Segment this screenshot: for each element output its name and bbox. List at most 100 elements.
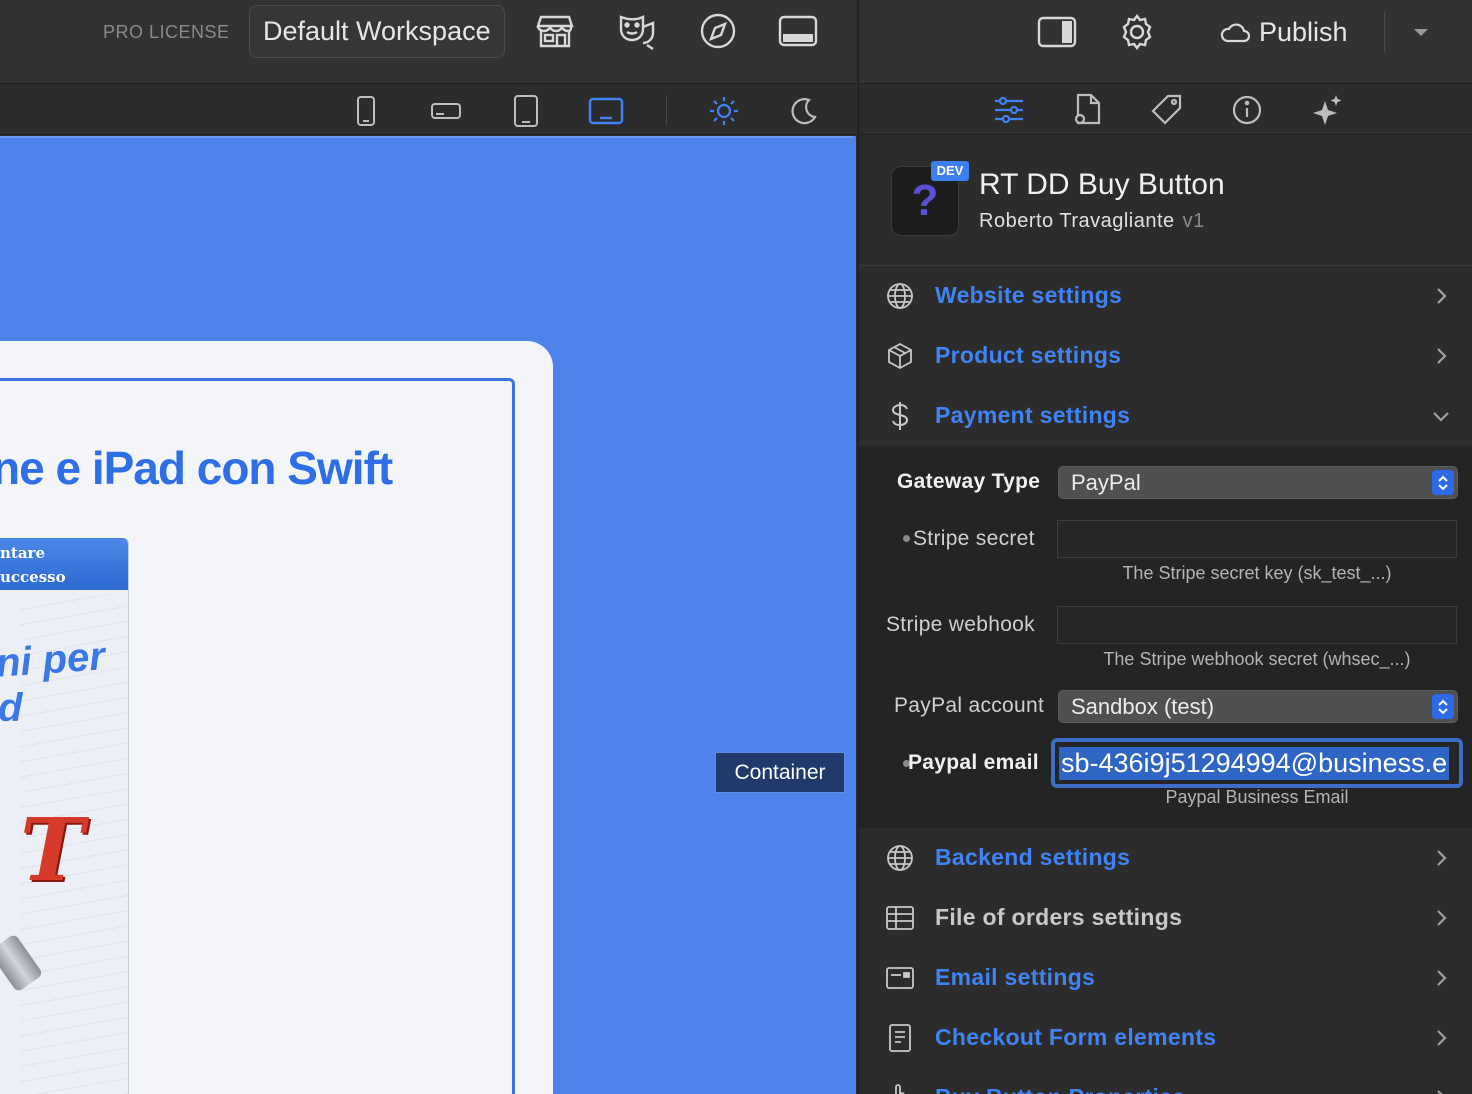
section-buy-button-properties[interactable]: Buy Button Properties — [859, 1068, 1472, 1094]
dev-badge: DEV — [931, 161, 969, 181]
paypal-email-help: Paypal Business Email — [1165, 787, 1349, 807]
inspector-panel: Publish ? DEV RT DD Buy Button Roberto T… — [858, 0, 1472, 1094]
paypal-email-field[interactable]: sb-436i9j51294994@business.e — [1051, 738, 1463, 788]
section-email-settings[interactable]: Email settings — [859, 948, 1472, 1008]
tablet-portrait-icon[interactable] — [506, 91, 546, 131]
book-red-letter: T — [20, 800, 84, 901]
sparkles-icon — [1313, 95, 1342, 125]
book-blue-letter: d — [0, 686, 23, 730]
chevron-down-icon[interactable] — [1399, 10, 1443, 54]
section-label: Email settings — [935, 964, 1096, 990]
book-blue-text: ni per — [0, 634, 107, 686]
paypal-account-select[interactable]: Sandbox (test) — [1058, 690, 1458, 723]
globe-icon — [884, 842, 916, 874]
workspace-selector[interactable]: Default Workspace — [249, 5, 505, 58]
section-label: Website settings — [935, 282, 1123, 308]
section-backend-settings[interactable]: Backend settings — [859, 828, 1472, 888]
sliders-icon — [995, 96, 1023, 124]
tab-ai[interactable] — [1307, 90, 1347, 130]
info-icon — [1232, 95, 1262, 125]
stripe-webhook-field[interactable] — [1057, 606, 1457, 644]
phone-portrait-icon[interactable] — [346, 91, 386, 131]
section-label: Backend settings — [935, 844, 1131, 870]
document-gear-icon — [1074, 93, 1101, 125]
gear-icon[interactable] — [1115, 10, 1159, 54]
chevron-right-icon — [1429, 1086, 1453, 1094]
chevron-right-icon — [1429, 344, 1453, 368]
section-label: Buy Button Properties — [935, 1084, 1185, 1094]
light-mode-icon[interactable] — [704, 91, 744, 131]
book-cover-image[interactable]: ntare uccesso ni per d T — [0, 538, 129, 1094]
editor-area: PRO LICENSE Default Workspace ne e iPad … — [0, 0, 856, 1094]
publish-button[interactable]: Publish — [1219, 12, 1348, 52]
design-canvas[interactable]: ne e iPad con Swift ntare uccesso ni per… — [0, 136, 856, 1094]
card-icon — [884, 962, 916, 994]
component-author: Roberto Travagliante v1 — [979, 210, 1205, 233]
sidebar-toggle-icon[interactable] — [1035, 10, 1079, 54]
gateway-type-label: Gateway Type — [897, 470, 1041, 493]
toolbar-divider — [666, 95, 667, 125]
book-title: ntare uccesso — [0, 538, 128, 590]
cloud-icon — [1220, 23, 1251, 43]
gateway-type-select[interactable]: PayPal — [1058, 466, 1458, 499]
stripe-secret-help: The Stripe secret key (sk_test_...) — [1122, 563, 1392, 583]
select-stepper-icon — [1432, 470, 1454, 495]
section-label: Product settings — [935, 342, 1122, 368]
table-icon — [884, 902, 916, 934]
gateway-type-value: PayPal — [1071, 470, 1141, 495]
tab-page-settings[interactable] — [1067, 90, 1107, 130]
chevron-down-icon — [1429, 404, 1453, 428]
select-stepper-icon — [1432, 694, 1454, 719]
stripe-webhook-help: The Stripe webhook secret (whsec_...) — [1103, 649, 1411, 669]
bottom-panel-icon[interactable] — [776, 9, 820, 53]
section-checkout-form[interactable]: Checkout Form elements — [859, 1008, 1472, 1068]
section-product-settings[interactable]: Product settings — [859, 326, 1472, 386]
book-title-line: uccesso — [0, 568, 66, 586]
chevron-right-icon — [1429, 1026, 1453, 1050]
chevron-right-icon — [1429, 284, 1453, 308]
book-title-line: ntare — [0, 544, 45, 562]
chevron-right-icon — [1429, 846, 1453, 870]
section-label: File of orders settings — [935, 904, 1183, 930]
tab-tags[interactable] — [1147, 90, 1187, 130]
inspector-tabs — [859, 85, 1472, 135]
section-payment-settings[interactable]: Payment settings — [859, 386, 1472, 446]
paypal-email-value: sb-436i9j51294994@business.e — [1059, 747, 1450, 780]
tab-info[interactable] — [1227, 90, 1267, 130]
device-preview-bar — [0, 85, 856, 135]
section-label: Payment settings — [935, 402, 1131, 428]
chevron-right-icon — [1429, 906, 1453, 930]
chevron-right-icon — [1429, 966, 1453, 990]
compass-icon[interactable] — [696, 9, 740, 53]
tag-icon — [1151, 94, 1182, 125]
dark-mode-icon[interactable] — [784, 91, 824, 131]
paypal-account-value: Sandbox (test) — [1071, 694, 1215, 719]
component-version: v1 — [1182, 210, 1205, 232]
section-website-settings[interactable]: Website settings — [859, 266, 1472, 326]
store-icon[interactable] — [533, 9, 577, 53]
main-toolbar: PRO LICENSE Default Workspace — [0, 0, 856, 84]
page-headline[interactable]: ne e iPad con Swift — [0, 441, 393, 495]
container-label-tooltip: Container — [715, 752, 845, 793]
status-dot — [903, 535, 910, 542]
theater-masks-icon[interactable] — [615, 9, 659, 53]
tablet-landscape-icon[interactable] — [586, 91, 626, 131]
paypal-account-label: PayPal account — [894, 694, 1045, 717]
stripe-secret-label: Stripe secret — [913, 527, 1035, 550]
dollar-icon — [884, 400, 916, 432]
stripe-webhook-label: Stripe webhook — [886, 613, 1035, 636]
paypal-email-label: Paypal email — [908, 751, 1039, 774]
payment-settings-body: Gateway Type PayPal Stripe secret The St… — [859, 446, 1472, 828]
section-orders-settings[interactable]: File of orders settings — [859, 888, 1472, 948]
tab-properties[interactable] — [989, 90, 1029, 130]
form-icon — [884, 1022, 916, 1054]
phone-landscape-icon[interactable] — [426, 91, 466, 131]
publish-label: Publish — [1259, 16, 1348, 47]
globe-icon — [884, 280, 916, 312]
license-label: PRO LICENSE — [103, 22, 230, 42]
box-icon — [884, 340, 916, 372]
section-label: Checkout Form elements — [935, 1024, 1217, 1050]
stripe-secret-field[interactable] — [1057, 520, 1457, 558]
inspector-toolbar: Publish — [859, 0, 1472, 84]
author-name: Roberto Travagliante — [979, 210, 1175, 232]
